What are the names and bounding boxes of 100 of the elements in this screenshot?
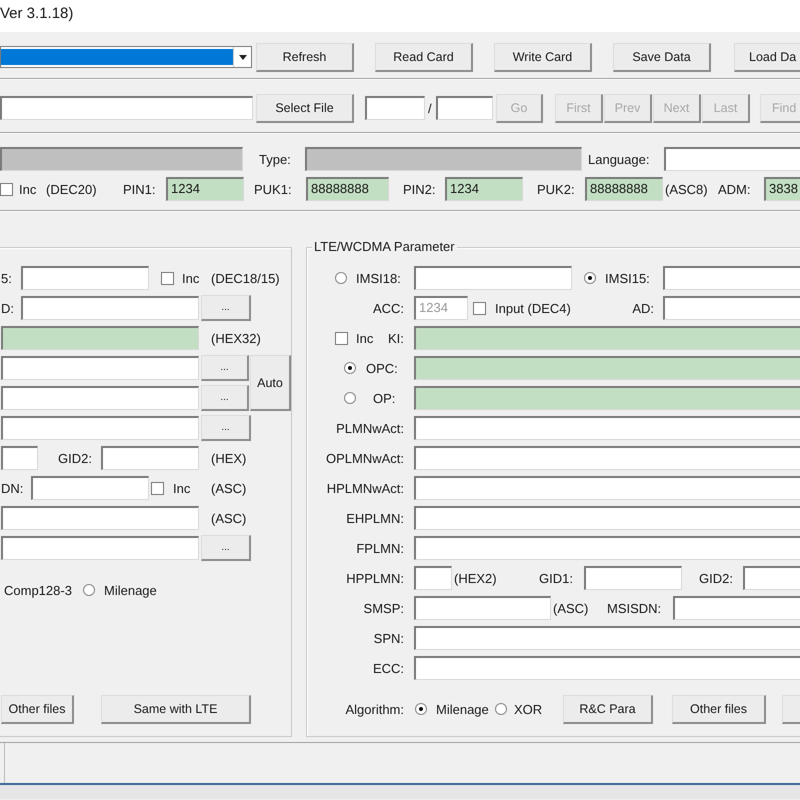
ki-field[interactable] xyxy=(1,326,199,350)
plmn-field[interactable] xyxy=(414,536,800,560)
field-label: AD: xyxy=(632,300,654,316)
browse-button[interactable]: ... xyxy=(201,355,249,381)
option-label: Milenage xyxy=(436,702,489,716)
toolbar-button[interactable]: Write Card xyxy=(494,42,592,72)
hpplmn-field[interactable] xyxy=(414,566,452,590)
checkbox[interactable] xyxy=(151,482,164,494)
language-field[interactable] xyxy=(664,147,800,171)
ki-field[interactable] xyxy=(414,326,800,350)
text-field[interactable] xyxy=(1,536,199,560)
page-field[interactable] xyxy=(365,96,425,120)
card-field[interactable] xyxy=(0,147,243,171)
gid1-field[interactable] xyxy=(1,446,38,470)
window-title: Ver 3.1.18) xyxy=(0,4,74,22)
radio-button[interactable] xyxy=(344,362,356,374)
field-label: GID2: xyxy=(699,570,733,586)
checkbox[interactable] xyxy=(335,332,348,344)
text-field[interactable] xyxy=(1,386,199,410)
field-label: FPLMN: xyxy=(356,540,404,556)
toolbar-button[interactable]: Save Data xyxy=(613,42,711,72)
separator-text: / xyxy=(428,100,432,116)
text-field[interactable] xyxy=(1,416,199,440)
toolbar-button[interactable]: Load Da xyxy=(734,42,800,72)
radio-button[interactable] xyxy=(584,272,596,284)
field-label: GID1: xyxy=(539,570,573,586)
radio-button[interactable] xyxy=(495,703,507,715)
browse-button[interactable]: ... xyxy=(201,415,251,441)
field-label: IMSI15: xyxy=(605,270,650,286)
field-label: GID2: xyxy=(58,450,92,466)
spn-field[interactable] xyxy=(1,506,199,530)
toolbar-button[interactable]: Refresh xyxy=(256,42,354,72)
plmn-field[interactable] xyxy=(414,476,800,500)
radio-button[interactable] xyxy=(415,703,427,715)
option-label: Milenage xyxy=(104,582,157,598)
format-hint: (HEX32) xyxy=(211,330,261,346)
plmn-field[interactable] xyxy=(414,506,800,530)
code-field[interactable]: 88888888 xyxy=(585,177,663,201)
field-label: DN: xyxy=(1,480,24,496)
imsi15-field[interactable] xyxy=(663,266,800,290)
auto-button[interactable]: Auto xyxy=(250,355,291,411)
code-field[interactable]: 1234 xyxy=(445,177,523,201)
code-field[interactable]: 88888888 xyxy=(306,177,389,201)
op-field[interactable] xyxy=(414,386,800,410)
imsi-field[interactable] xyxy=(21,266,149,290)
imsi18-field[interactable] xyxy=(414,266,572,290)
browse-button[interactable]: ... xyxy=(201,535,251,561)
smsp-field[interactable] xyxy=(414,596,551,620)
type-field[interactable] xyxy=(305,147,582,171)
checkbox[interactable] xyxy=(0,182,13,196)
msisdn-field[interactable] xyxy=(31,476,149,500)
field-label: 5: xyxy=(1,270,12,286)
text-field[interactable] xyxy=(1,356,199,380)
other-files-button[interactable]: Other files xyxy=(672,694,766,724)
gid1-field[interactable] xyxy=(584,566,682,590)
gid2-field[interactable] xyxy=(743,566,800,590)
gid2-field[interactable] xyxy=(101,446,199,470)
rc-para-button[interactable]: R&C Para xyxy=(563,694,653,724)
opc-field[interactable] xyxy=(414,356,800,380)
checkbox-label: Inc xyxy=(19,182,36,196)
field-label: OPC: xyxy=(366,360,398,376)
format-hint: (ASC8) xyxy=(665,182,708,196)
radio-button[interactable] xyxy=(344,392,356,404)
spn-field[interactable] xyxy=(414,626,800,650)
reader-dropdown[interactable] xyxy=(0,46,252,68)
select-file-button[interactable]: Select File xyxy=(256,94,354,122)
same-with-lte-button[interactable]: Same with LTE xyxy=(101,694,251,724)
field-label: SMSP: xyxy=(364,600,404,616)
plmn-field[interactable] xyxy=(414,416,800,440)
radio-button[interactable] xyxy=(83,584,95,596)
field-label: Language: xyxy=(588,152,650,166)
code-field[interactable]: 3838 xyxy=(764,177,800,201)
checkbox[interactable] xyxy=(161,272,174,284)
msisdn-field[interactable] xyxy=(673,596,800,620)
plmn-field[interactable] xyxy=(414,446,800,470)
ecc-field[interactable] xyxy=(414,656,800,680)
code-field[interactable]: 1234 xyxy=(166,177,244,201)
field-label: Algorithm: xyxy=(345,702,404,716)
field-label: PUK1: xyxy=(254,182,292,196)
browse-button[interactable]: ... xyxy=(201,385,249,411)
file-path-field[interactable] xyxy=(0,96,253,120)
caret-icon xyxy=(238,54,246,60)
checkbox-label: Inc xyxy=(356,330,374,346)
other-files-button[interactable]: Other files xyxy=(1,694,74,724)
page-count-field[interactable] xyxy=(436,96,493,120)
checkbox-label: Inc xyxy=(173,480,190,496)
iccid-field[interactable] xyxy=(21,296,199,320)
ad-field[interactable] xyxy=(663,296,800,320)
field-label: D: xyxy=(1,300,14,316)
field-label: IMSI18: xyxy=(356,270,401,286)
field-label: KI: xyxy=(388,330,404,346)
field-label: SPN: xyxy=(374,630,404,646)
browse-button[interactable]: ... xyxy=(201,295,251,321)
field-label: HPLMNwAct: xyxy=(326,480,404,496)
toolbar-button[interactable]: Read Card xyxy=(375,42,473,72)
field-label: PUK2: xyxy=(537,182,575,196)
field-label: PLMNwAct: xyxy=(336,420,404,436)
checkbox[interactable] xyxy=(473,302,486,314)
radio-button[interactable] xyxy=(335,272,347,284)
format-hint: (DEC18/15) xyxy=(211,270,280,286)
